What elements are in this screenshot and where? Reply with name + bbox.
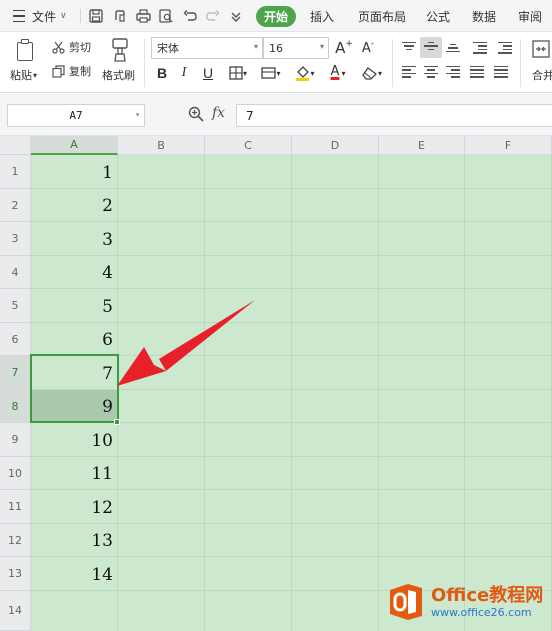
align-bottom-icon[interactable] — [446, 44, 460, 56]
chevron-down-icon: ▾ — [276, 68, 281, 78]
font-grow-button[interactable]: A + — [334, 39, 354, 57]
format-painter-button[interactable]: 格式刷 — [102, 67, 135, 83]
red-arrow-annotation — [117, 300, 255, 386]
cloud-sync-icon[interactable] — [110, 0, 130, 32]
cut-label: 剪切 — [69, 41, 91, 54]
cell-style-button[interactable]: ▾ — [258, 63, 284, 83]
font-grow-label: A — [335, 39, 346, 57]
chevron-down-icon: ▾ — [253, 42, 258, 51]
formula-input[interactable]: 7 — [236, 104, 552, 127]
tab-insert[interactable]: 插入 — [306, 0, 338, 32]
merge-button[interactable]: 合并 — [532, 67, 552, 83]
watermark-url: www.office26.com — [431, 605, 532, 619]
divider — [392, 39, 393, 87]
font-name-select[interactable]: 宋体 ▾ — [151, 37, 263, 59]
align-middle-icon[interactable] — [424, 42, 438, 54]
clear-format-button[interactable]: ▾ — [358, 63, 386, 83]
office-logo-icon — [386, 582, 426, 622]
file-menu-caret-icon[interactable]: ∨ — [60, 0, 67, 32]
fx-button[interactable]: fx — [212, 105, 225, 121]
chevron-down-icon: ▾ — [242, 68, 247, 78]
borders-button[interactable]: ▾ — [226, 63, 250, 83]
hamburger-menu-icon[interactable] — [10, 0, 28, 32]
menu-bar: 文件 ∨ 开始 插入 页面布局 公式 数据 审阅 — [0, 0, 552, 32]
cell-style-icon — [261, 67, 277, 79]
minus-icon: - — [370, 39, 375, 49]
eraser-icon — [362, 67, 377, 80]
merge-icon[interactable] — [530, 37, 552, 61]
copy-label: 复制 — [69, 65, 91, 78]
decrease-indent-icon[interactable] — [473, 42, 487, 54]
chevron-down-icon: ▾ — [310, 68, 315, 78]
format-painter-icon[interactable] — [108, 37, 132, 63]
font-color-label: A — [330, 64, 340, 79]
increase-indent-icon[interactable] — [498, 42, 512, 54]
formula-bar: A7 ▾ fx 7 — [0, 94, 552, 136]
bold-button[interactable]: B — [154, 63, 170, 83]
divider — [80, 9, 81, 23]
distributed-align-icon[interactable] — [494, 66, 508, 78]
file-menu[interactable]: 文件 — [32, 0, 56, 32]
font-shrink-label: A — [361, 40, 371, 56]
chevron-down-icon: ▾ — [341, 68, 346, 78]
watermark-title: Office教程网 — [431, 584, 544, 606]
font-color-button[interactable]: A ▾ — [324, 63, 350, 83]
tab-home[interactable]: 开始 — [256, 6, 296, 27]
justify-icon[interactable] — [470, 66, 484, 78]
print-preview-icon[interactable] — [156, 0, 176, 32]
fill-color-button[interactable]: ▾ — [292, 63, 318, 83]
watermark: Office教程网 www.office26.com — [386, 580, 543, 624]
paste-button[interactable]: 粘贴 ▾ — [10, 67, 37, 83]
align-top-icon[interactable] — [402, 42, 416, 54]
chevron-down-icon: ▾ — [319, 42, 324, 51]
ribbon: 粘贴 ▾ 剪切 复制 格式刷 宋体 ▾ 16 ▾ A + A- B I U ▾ ▾ … — [0, 33, 552, 93]
name-box[interactable]: A7 ▾ — [7, 104, 145, 127]
scissors-icon — [52, 41, 65, 54]
borders-icon — [229, 66, 243, 80]
copy-icon — [52, 64, 65, 78]
font-size-value: 16 — [269, 41, 283, 55]
fill-color-icon — [296, 66, 310, 81]
italic-button[interactable]: I — [176, 63, 192, 83]
align-right-icon[interactable] — [446, 66, 460, 78]
spreadsheet-grid[interactable]: A B C D E F 1 2 3 4 5 6 7 8 9 10 11 12 1… — [0, 136, 552, 631]
align-center-icon[interactable] — [424, 66, 438, 78]
font-shrink-button[interactable]: A- — [358, 39, 378, 57]
more-icon[interactable] — [226, 0, 246, 32]
zoom-icon[interactable] — [188, 106, 204, 122]
underline-button[interactable]: U — [200, 63, 216, 83]
align-left-icon[interactable] — [402, 66, 416, 78]
cut-button[interactable]: 剪切 — [52, 39, 91, 55]
redo-icon[interactable] — [203, 0, 223, 32]
divider — [520, 39, 521, 87]
plus-icon: + — [345, 39, 353, 49]
divider — [144, 39, 145, 87]
chevron-down-icon: ▾ — [377, 68, 382, 78]
paste-caret-icon: ▾ — [33, 70, 38, 80]
font-size-select[interactable]: 16 ▾ — [263, 37, 329, 59]
paste-icon[interactable] — [14, 39, 36, 63]
save-icon[interactable] — [86, 0, 106, 32]
paste-label: 粘贴 — [10, 69, 32, 82]
print-icon[interactable] — [133, 0, 153, 32]
copy-button[interactable]: 复制 — [52, 63, 91, 79]
undo-icon[interactable] — [180, 0, 200, 32]
chevron-down-icon: ▾ — [135, 110, 140, 119]
name-box-value: A7 — [69, 109, 83, 122]
tab-data[interactable]: 数据 — [468, 0, 500, 32]
tab-formulas[interactable]: 公式 — [422, 0, 454, 32]
font-name-value: 宋体 — [157, 42, 179, 55]
tab-page-layout[interactable]: 页面布局 — [354, 0, 410, 32]
tab-review[interactable]: 审阅 — [514, 0, 546, 32]
